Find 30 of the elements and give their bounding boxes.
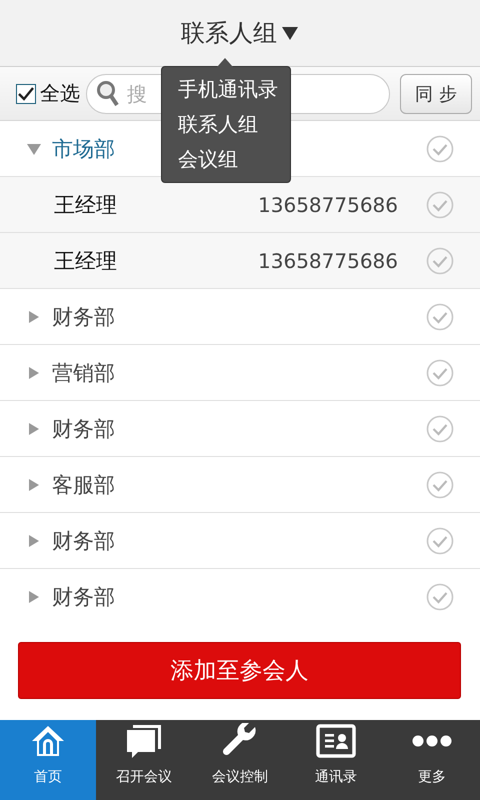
menu-item[interactable]: 手机通讯录 — [178, 75, 290, 104]
contact-card-icon — [316, 724, 356, 758]
chat-bubbles-icon — [125, 723, 163, 759]
more-dots-icon — [412, 734, 452, 748]
nav-tab[interactable]: 通讯录 — [288, 720, 384, 800]
select-all-label[interactable]: 全选 — [40, 80, 80, 107]
home-icon — [30, 724, 66, 758]
group-name[interactable]: 财务部 — [52, 582, 115, 610]
header-title[interactable]: 联系人组 — [181, 17, 277, 49]
nav-tab[interactable]: 首页 — [0, 720, 96, 800]
contact-name[interactable]: 王经理 — [54, 190, 117, 218]
select-all-checkbox[interactable] — [16, 84, 36, 104]
nav-tab[interactable]: 更多 — [384, 720, 480, 800]
menu-item[interactable]: 联系人组 — [178, 110, 290, 139]
group-name[interactable]: 财务部 — [52, 526, 115, 554]
group-name[interactable]: 客服部 — [52, 470, 115, 498]
contact-name[interactable]: 王经理 — [54, 246, 117, 274]
add-to-participants-button[interactable]: 添加至参会人 — [18, 642, 461, 699]
nav-tab[interactable]: 会议控制 — [192, 720, 288, 800]
group-name[interactable]: 财务部 — [52, 414, 115, 442]
group-name[interactable]: 财务部 — [52, 302, 115, 330]
dropdown-caret-icon — [281, 25, 299, 41]
group-name[interactable]: 市场部 — [52, 134, 115, 162]
sync-button[interactable]: 同 步 — [400, 74, 472, 114]
contact-phone: 13658775686 — [258, 192, 398, 216]
menu-item[interactable]: 会议组 — [178, 145, 290, 174]
search-icon — [96, 80, 120, 108]
contact-phone: 13658775686 — [258, 248, 398, 272]
group-name[interactable]: 营销部 — [52, 358, 115, 386]
nav-tab[interactable]: 召开会议 — [96, 720, 192, 800]
